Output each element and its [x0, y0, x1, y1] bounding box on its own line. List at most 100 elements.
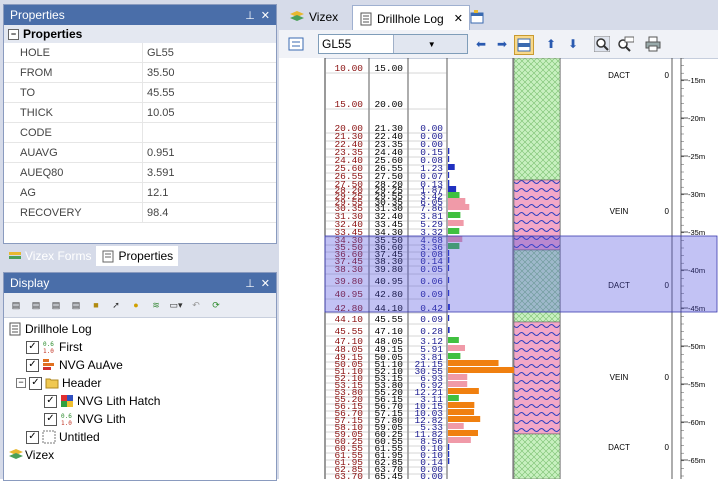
visibility-checkbox[interactable]: ✓	[26, 430, 39, 444]
print-button[interactable]	[644, 35, 662, 53]
hole-list-icon[interactable]	[287, 35, 305, 53]
previous-hole-button[interactable]: ⬅	[472, 35, 490, 53]
visibility-checkbox[interactable]: ✓	[26, 358, 39, 372]
scroll-up-button[interactable]: ⬆	[542, 35, 560, 53]
value-icon: 0.6 1.0	[60, 412, 74, 427]
layers-icon	[8, 448, 23, 462]
next-hole-button[interactable]: ➡	[493, 35, 511, 53]
collapse-icon[interactable]: −	[16, 378, 26, 388]
lithology-hatch	[513, 57, 561, 181]
layout-button[interactable]	[514, 35, 534, 55]
collapse-icon[interactable]: −	[8, 28, 19, 40]
drillhole-log-canvas[interactable]: 10.00 15.00 15.00 20.00 20.00 21.30 0.00 21.30 2…	[279, 57, 718, 482]
property-row[interactable]: AUAVG 0.951	[4, 143, 276, 163]
lithology-label: DACT	[608, 71, 630, 80]
property-row[interactable]: AG 12.1	[4, 183, 276, 203]
display-panel: Display ⊥ ✕ ▤ ▤ ▤ ▤ ■ ➚ ● ≋ ▭▾ ↶ ⟳ Drill…	[3, 272, 277, 481]
visibility-checkbox[interactable]: ✓	[44, 412, 57, 426]
display-title-bar: Display ⊥ ✕	[4, 273, 276, 293]
visibility-checkbox[interactable]: ✓	[29, 376, 42, 390]
zoom-button[interactable]	[593, 35, 611, 53]
assay-bar	[448, 381, 468, 387]
assay-bar	[448, 345, 466, 351]
visibility-checkbox[interactable]: ✓	[44, 394, 57, 408]
property-row[interactable]: FROM 35.50	[4, 63, 276, 83]
tree-item-label: Vizex	[25, 448, 55, 462]
depth-tick-label: -55m	[688, 380, 705, 389]
select-icon[interactable]: ➚	[107, 296, 125, 314]
document-tab-bar: Vizex Drillhole Log ✕	[279, 0, 718, 31]
scroll-down-button[interactable]: ⬇	[564, 35, 582, 53]
property-value[interactable]: 35.50	[143, 63, 276, 82]
assay-bar	[448, 192, 460, 198]
hatch-icon	[60, 394, 74, 408]
tree-item[interactable]: ✓ 0.6 1.0 First	[4, 338, 276, 356]
highlight-icon[interactable]: ●	[127, 296, 145, 314]
property-category[interactable]: − Properties	[4, 25, 276, 43]
from-depth: 63.70	[334, 471, 363, 479]
assay-bar	[448, 148, 450, 154]
tree-item[interactable]: − ✓ Header	[4, 374, 276, 392]
property-value[interactable]: 98.4	[143, 203, 276, 222]
property-value[interactable]: 45.55	[143, 83, 276, 102]
property-row[interactable]: THICK 10.05	[4, 103, 276, 123]
assay-bar	[448, 416, 481, 422]
assay-bar	[448, 315, 450, 321]
tab-vizex-forms[interactable]: Vizex Forms	[3, 246, 96, 266]
tree-item[interactable]: ✓ Untitled	[4, 428, 276, 446]
close-tab-icon[interactable]: ✕	[454, 12, 463, 25]
close-icon[interactable]: ✕	[261, 277, 270, 290]
display-toolbar: ▤ ▤ ▤ ▤ ■ ➚ ● ≋ ▭▾ ↶ ⟳	[4, 293, 276, 318]
property-value[interactable]: 3.591	[143, 163, 276, 182]
property-row[interactable]: TO 45.55	[4, 83, 276, 103]
assay-bar	[448, 451, 450, 457]
tree-item[interactable]: ✓ 0.6 1.0 NVG Lith	[4, 410, 276, 428]
hole-select[interactable]: GL55 ▼	[318, 34, 468, 54]
depth-tick-label: -50m	[688, 342, 705, 351]
tree-item-label: NVG Lith	[77, 412, 126, 426]
hole-select-value: GL55	[322, 37, 352, 51]
property-row[interactable]: AUEQ80 3.591	[4, 163, 276, 183]
move-down-icon[interactable]: ▤	[67, 296, 85, 314]
tree-item-label: NVG AuAve	[59, 358, 123, 372]
assay-bar	[448, 409, 475, 415]
property-key: CODE	[4, 123, 143, 142]
assay-bar	[448, 388, 479, 394]
view-options-icon[interactable]: ▭▾	[167, 296, 185, 314]
property-row[interactable]: CODE	[4, 123, 276, 143]
property-value[interactable]: 0.951	[143, 143, 276, 162]
sort-az-icon[interactable]: ▤	[7, 296, 25, 314]
layers-icon[interactable]: ≋	[147, 296, 165, 314]
zoom-scale-button[interactable]	[616, 35, 634, 53]
tree-item[interactable]: Drillhole Log	[4, 320, 276, 338]
property-value[interactable]: 10.05	[143, 103, 276, 122]
pin-icon[interactable]: ⊥	[245, 9, 255, 22]
tab-properties[interactable]: Properties	[96, 246, 179, 266]
tree-item[interactable]: ✓ NVG Lith Hatch	[4, 392, 276, 410]
sort-za-icon[interactable]: ▤	[27, 296, 45, 314]
tab-drillhole-log[interactable]: Drillhole Log ✕	[352, 5, 470, 31]
property-row[interactable]: RECOVERY 98.4	[4, 203, 276, 223]
property-value[interactable]: 12.1	[143, 183, 276, 202]
visibility-checkbox[interactable]: ✓	[26, 340, 39, 354]
pin-icon[interactable]: ⊥	[245, 277, 255, 290]
assay-bar	[448, 212, 461, 218]
property-value[interactable]: GL55	[143, 43, 276, 62]
property-value[interactable]	[143, 123, 276, 142]
tab-vizex[interactable]: Vizex	[283, 5, 344, 29]
property-row[interactable]: HOLE GL55	[4, 43, 276, 63]
from-depth: 10.00	[334, 63, 363, 74]
tree-item[interactable]: Vizex	[4, 446, 276, 464]
chevron-down-icon[interactable]: ▼	[392, 35, 467, 53]
move-up-icon[interactable]: ▤	[47, 296, 65, 314]
new-tab-button[interactable]	[463, 5, 491, 29]
tree-item[interactable]: ✓ NVG AuAve	[4, 356, 276, 374]
lock-icon[interactable]: ■	[87, 296, 105, 314]
depth-tick-label: -65m	[688, 456, 705, 465]
bar-icon	[42, 358, 56, 372]
assay-bar	[448, 423, 464, 429]
close-icon[interactable]: ✕	[261, 9, 270, 22]
refresh-icon[interactable]: ⟳	[207, 296, 225, 314]
assay-bar	[448, 374, 468, 380]
undo-icon[interactable]: ↶	[187, 296, 205, 314]
